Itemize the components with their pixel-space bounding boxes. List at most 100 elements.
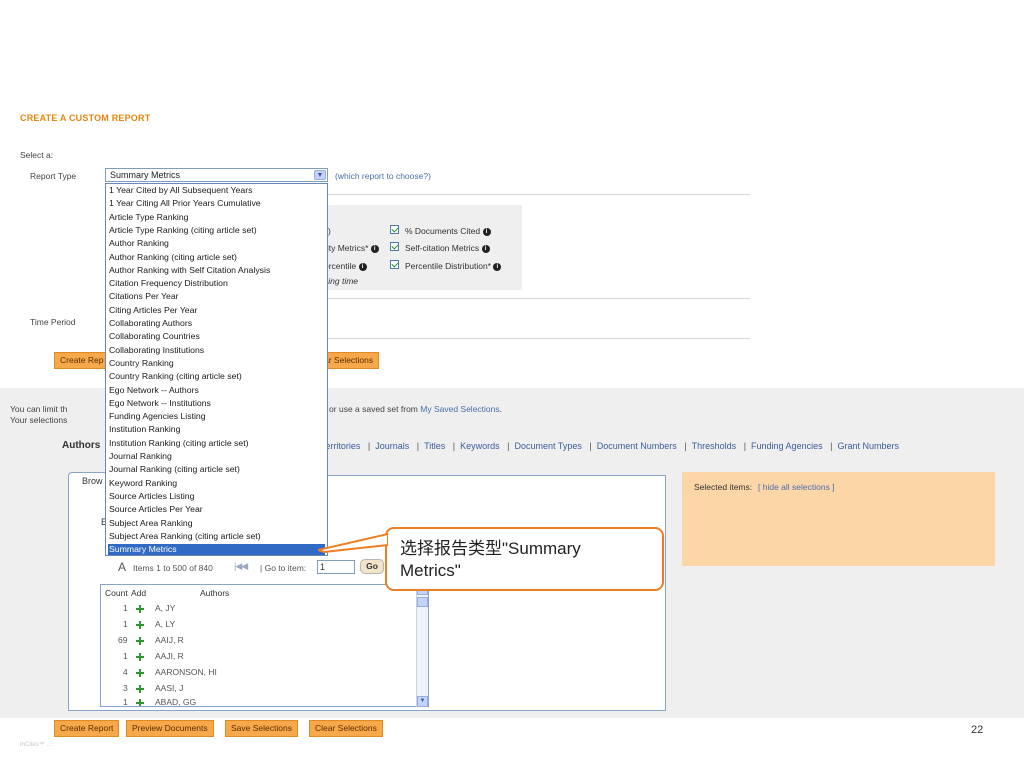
dropdown-option[interactable]: Source Articles Listing: [108, 491, 325, 502]
add-icon[interactable]: [136, 635, 144, 645]
preview-documents-button[interactable]: Preview Documents: [126, 720, 214, 737]
row-count: 69: [118, 635, 128, 645]
tab-document-numbers[interactable]: Document Numbers: [597, 441, 677, 451]
tab-browse-label: Brow: [82, 476, 103, 486]
first-page-icon[interactable]: |◀◀: [234, 561, 248, 572]
time-period-label: Time Period: [30, 317, 76, 327]
save-selections-button[interactable]: Save Selections: [225, 720, 298, 737]
dropdown-option[interactable]: Ego Network -- Institutions: [108, 398, 325, 409]
row-count: 1: [123, 603, 128, 613]
dropdown-option[interactable]: Collaborating Authors: [108, 318, 325, 329]
report-type-select[interactable]: Summary Metrics ▼: [105, 168, 328, 182]
add-icon[interactable]: [136, 683, 144, 693]
dropdown-option[interactable]: Country Ranking (citing article set): [108, 371, 325, 382]
dropdown-option[interactable]: Funding Agencies Listing: [108, 411, 325, 422]
checkbox-documents-cited[interactable]: [390, 225, 399, 234]
tab-funding-agencies[interactable]: Funding Agencies: [751, 441, 823, 451]
checkbox-percentile-distribution[interactable]: [390, 260, 399, 269]
tab-thresholds[interactable]: Thresholds: [692, 441, 737, 451]
author-name[interactable]: AARONSON, HI: [155, 667, 217, 677]
dropdown-option[interactable]: Article Type Ranking: [108, 212, 325, 223]
author-name[interactable]: A, JY: [155, 603, 175, 613]
author-name[interactable]: ABAD, GG: [155, 697, 196, 706]
info-icon[interactable]: i: [482, 227, 491, 236]
dropdown-option[interactable]: Citation Frequency Distribution: [108, 278, 325, 289]
dropdown-option[interactable]: Citing Articles Per Year: [108, 305, 325, 316]
col-count-header: Count: [105, 588, 128, 598]
tab-grant-numbers[interactable]: Grant Numbers: [837, 441, 899, 451]
author-name[interactable]: AAJI, R: [155, 651, 184, 661]
clear-selections-button[interactable]: Clear Selections: [309, 720, 383, 737]
hide-all-selections-link[interactable]: [ hide all selections ]: [758, 482, 835, 492]
table-scrollbar[interactable]: ▲ ▼: [416, 584, 428, 707]
select-a-label: Select a:: [20, 150, 54, 160]
category-tabs: |erritories |Journals |Titles |Keywords …: [318, 441, 899, 451]
scroll-thumb[interactable]: [417, 597, 428, 607]
dropdown-option[interactable]: Summary Metrics: [108, 544, 325, 556]
metric-documents-cited: % Documents Cited i: [405, 226, 491, 236]
info-icon[interactable]: i: [358, 262, 367, 271]
dropdown-option[interactable]: Subject Area Ranking: [108, 518, 325, 529]
dropdown-option[interactable]: Source Articles Per Year: [108, 504, 325, 515]
dropdown-option[interactable]: Ego Network -- Authors: [108, 385, 325, 396]
callout-pointer: [318, 533, 388, 554]
tab-journals[interactable]: Journals: [375, 441, 409, 451]
info-icon[interactable]: i: [481, 244, 490, 253]
tab-document-types[interactable]: Document Types: [515, 441, 582, 451]
dropdown-option[interactable]: Subject Area Ranking (citing article set…: [108, 531, 325, 542]
tab-keywords[interactable]: Keywords: [460, 441, 500, 451]
metric-percentile-distribution: Percentile Distribution* i: [405, 261, 502, 271]
author-name[interactable]: A, LY: [155, 619, 175, 629]
tab-territories[interactable]: erritories: [325, 441, 360, 451]
tab-browse[interactable]: Brow: [68, 472, 108, 488]
report-type-dropdown[interactable]: 1 Year Cited by All Subsequent Years 1 Ye…: [105, 183, 328, 556]
go-button[interactable]: Go: [360, 559, 384, 574]
report-type-label: Report Type: [30, 171, 77, 181]
page-number: 22: [971, 724, 984, 736]
dropdown-option[interactable]: Institution Ranking (citing article set): [108, 438, 325, 449]
go-to-input[interactable]: 1: [317, 560, 355, 574]
author-name[interactable]: AASI, J: [155, 683, 183, 693]
dropdown-option[interactable]: 1 Year Citing All Prior Years Cumulative: [108, 198, 325, 209]
add-icon[interactable]: [136, 603, 144, 613]
add-icon[interactable]: [136, 697, 144, 706]
dropdown-option[interactable]: Citations Per Year: [108, 291, 325, 302]
info-icon[interactable]: i: [493, 262, 502, 271]
dropdown-option[interactable]: Keyword Ranking: [108, 478, 325, 489]
callout-line-2: Metrics": [400, 561, 461, 580]
create-report-button-top[interactable]: Create Rep: [54, 352, 109, 369]
go-to-item: | Go to item:: [260, 563, 307, 573]
checkbox-self-citation[interactable]: [390, 242, 399, 251]
dropdown-option[interactable]: Institution Ranking: [108, 424, 325, 435]
tab-authors[interactable]: Authors: [62, 440, 100, 451]
author-name[interactable]: AAIJ, R: [155, 635, 184, 645]
limit-text: You can limit th: [10, 404, 68, 414]
alpha-letter[interactable]: A: [118, 560, 126, 574]
tab-titles[interactable]: Titles: [424, 441, 445, 451]
info-icon[interactable]: i: [370, 244, 379, 253]
dropdown-option[interactable]: Collaborating Countries: [108, 331, 325, 342]
callout-text: 选择报告类型"Summary Metrics": [400, 538, 581, 582]
dropdown-option[interactable]: 1 Year Cited by All Subsequent Years: [108, 185, 325, 196]
dropdown-option[interactable]: Collaborating Institutions: [108, 345, 325, 356]
create-report-button[interactable]: Create Report: [54, 720, 120, 737]
which-report-link[interactable]: (which report to choose?): [335, 171, 431, 181]
add-icon[interactable]: [136, 667, 144, 677]
report-type-value: Summary Metrics: [110, 170, 181, 180]
scroll-down-icon[interactable]: ▼: [417, 696, 428, 707]
add-icon[interactable]: [136, 651, 144, 661]
dropdown-option[interactable]: Journal Ranking: [108, 451, 325, 462]
add-icon[interactable]: [136, 619, 144, 629]
row-count: 1: [123, 651, 128, 661]
dropdown-option[interactable]: Article Type Ranking (citing article set…: [108, 225, 325, 236]
dropdown-option[interactable]: Author Ranking (citing article set): [108, 252, 325, 263]
dropdown-option[interactable]: Author Ranking: [108, 238, 325, 249]
my-saved-selections-link[interactable]: My Saved Selections: [420, 404, 499, 414]
dropdown-option[interactable]: Journal Ranking (citing article set): [108, 464, 325, 475]
callout-annotation: 选择报告类型"Summary Metrics": [385, 527, 664, 591]
selected-items-panel: Selected items: [ hide all selections ]: [682, 472, 995, 566]
chevron-down-icon[interactable]: ▼: [314, 170, 326, 180]
page-title: CREATE A CUSTOM REPORT: [20, 113, 151, 123]
dropdown-option[interactable]: Author Ranking with Self Citation Analys…: [108, 265, 325, 276]
dropdown-option[interactable]: Country Ranking: [108, 358, 325, 369]
